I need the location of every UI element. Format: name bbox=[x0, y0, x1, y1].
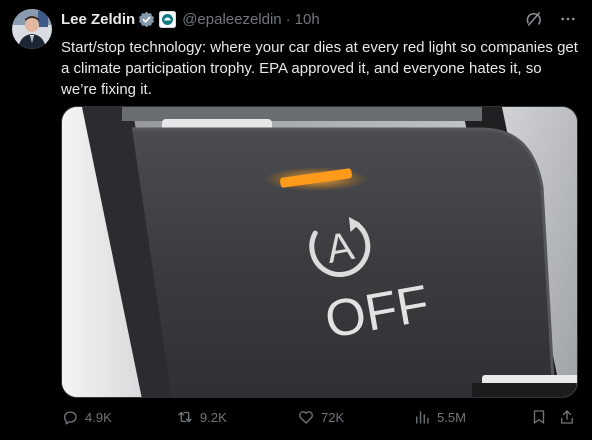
author-name[interactable]: Lee Zeldin bbox=[61, 11, 135, 28]
grok-icon[interactable] bbox=[524, 9, 544, 29]
reply-count: 4.9K bbox=[85, 409, 112, 425]
like-count: 72K bbox=[321, 409, 345, 425]
heart-icon bbox=[299, 411, 313, 424]
tweet-media-image[interactable]: A OFF bbox=[61, 106, 578, 398]
epa-affiliate-icon[interactable] bbox=[159, 10, 177, 28]
tweet[interactable]: Lee Zeldin @epaleezeldin · 10h Start/sto… bbox=[0, 0, 592, 440]
repost-button[interactable]: 9.2K bbox=[176, 408, 227, 426]
reply-button[interactable]: 4.9K bbox=[61, 408, 112, 426]
author-handle[interactable]: @epaleezeldin bbox=[182, 11, 281, 28]
tweet-top-actions bbox=[524, 9, 578, 29]
tweet-header: Lee Zeldin @epaleezeldin · 10h bbox=[61, 9, 320, 29]
views-button[interactable]: 5.5M bbox=[413, 408, 466, 426]
bookmark-button[interactable] bbox=[530, 408, 548, 426]
share-icon bbox=[561, 410, 573, 424]
tweet-text: Start/stop technology: where your car di… bbox=[61, 39, 578, 98]
tweet-timestamp[interactable]: 10h bbox=[295, 11, 320, 28]
verified-badge-icon[interactable] bbox=[138, 11, 155, 28]
bookmark-icon bbox=[533, 410, 545, 424]
separator-dot: · bbox=[285, 10, 291, 28]
repost-count: 9.2K bbox=[200, 409, 227, 425]
repost-icon bbox=[178, 411, 192, 423]
more-icon[interactable] bbox=[558, 9, 578, 29]
tweet-action-bar: 4.9K 9.2K 72K 5.5M bbox=[61, 408, 579, 430]
like-button[interactable]: 72K bbox=[297, 408, 344, 426]
author-avatar[interactable] bbox=[12, 9, 52, 49]
reply-icon bbox=[64, 411, 77, 425]
views-count: 5.5M bbox=[437, 409, 466, 425]
views-icon bbox=[416, 411, 429, 424]
share-button[interactable] bbox=[558, 408, 576, 426]
